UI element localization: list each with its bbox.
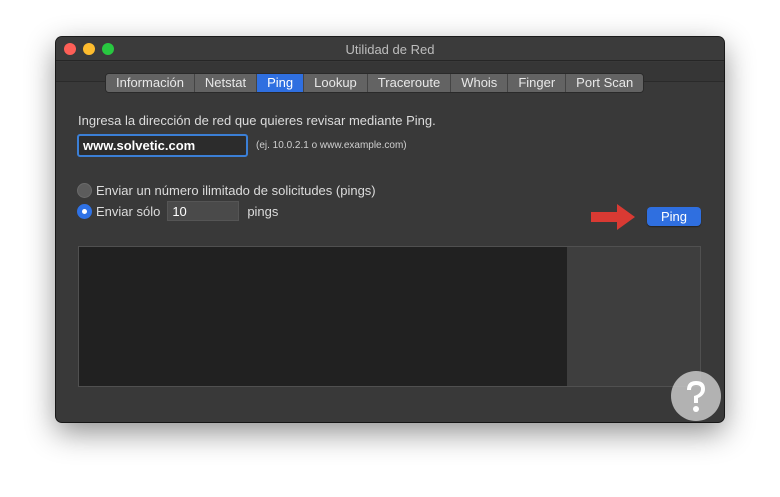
tab-finger[interactable]: Finger: [507, 74, 566, 92]
limited-label: Enviar sólo: [96, 203, 161, 219]
tab-port-scan[interactable]: Port Scan: [565, 74, 644, 92]
tab-ping[interactable]: Ping: [256, 74, 304, 92]
unlimited-radio[interactable]: [77, 182, 92, 198]
tab-bar: Información Netstat Ping Lookup Tracerou…: [105, 73, 645, 93]
tab-whois[interactable]: Whois: [450, 74, 508, 92]
arrow-right-icon: [591, 204, 635, 230]
tab-informacion[interactable]: Información: [106, 74, 194, 92]
tab-netstat[interactable]: Netstat: [193, 74, 257, 92]
ping-instructions: Ingresa la dirección de red que quieres …: [78, 113, 436, 128]
tab-lookup[interactable]: Lookup: [303, 74, 367, 92]
ping-count-input[interactable]: 10: [167, 201, 240, 221]
limited-radio[interactable]: [77, 203, 92, 219]
address-input[interactable]: www.solvetic.com: [77, 134, 248, 157]
option-unlimited-row[interactable]: Enviar un número ilimitado de solicitude…: [77, 181, 376, 199]
window-title: Utilidad de Red: [345, 42, 435, 57]
option-limited-row[interactable]: Enviar sólo 10 pings: [77, 201, 279, 221]
watermark-logo: [671, 371, 721, 421]
ping-output-area[interactable]: [78, 246, 701, 387]
network-utility-window: Utilidad de Red Información Netstat Ping…: [56, 37, 724, 422]
address-example-hint: (ej. 10.0.2.1 o www.example.com): [256, 140, 407, 151]
ping-output-text: [79, 247, 567, 386]
ping-button[interactable]: Ping: [647, 207, 701, 226]
title-bar[interactable]: Utilidad de Red: [56, 37, 724, 61]
ping-count-unit: pings: [247, 203, 279, 219]
unlimited-label: Enviar un número ilimitado de solicitude…: [96, 182, 376, 198]
tab-traceroute[interactable]: Traceroute: [366, 74, 451, 92]
